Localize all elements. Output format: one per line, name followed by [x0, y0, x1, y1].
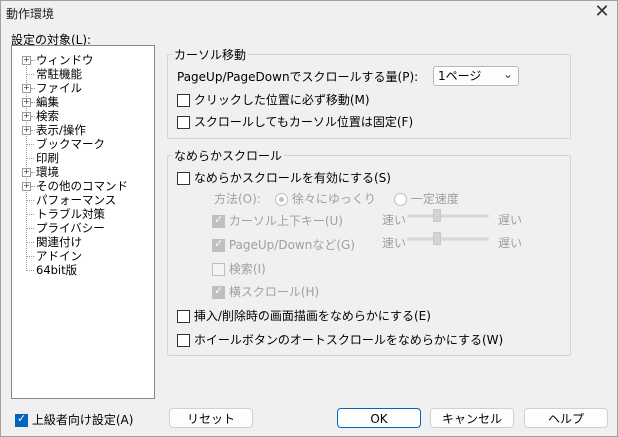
expand-icon[interactable]: +: [22, 112, 31, 121]
tree-connector: [26, 242, 34, 243]
smooth-scroll-title: なめらかスクロール: [172, 147, 285, 164]
expand-icon[interactable]: +: [22, 56, 31, 65]
tree-connector: [26, 214, 34, 215]
tree-item-label: アドイン: [36, 249, 82, 263]
checkbox-box[interactable]: [212, 237, 225, 252]
radio-circle[interactable]: [275, 193, 288, 206]
wheel-checkbox[interactable]: ホイールボタンのオートスクロールをなめらかにする(W): [177, 331, 503, 348]
scroll-fixed-label: スクロールしてもカーソル位置は固定(F): [193, 115, 414, 129]
ok-button[interactable]: OK: [337, 408, 421, 428]
tree-connector: [31, 60, 35, 61]
tree-item-label: 編集: [36, 95, 59, 109]
tree-item-label: 環境: [36, 165, 59, 179]
checkbox-box[interactable]: [177, 116, 190, 129]
tree-connector: [26, 158, 34, 159]
tree-connector: [26, 200, 34, 201]
expand-icon[interactable]: +: [22, 126, 31, 135]
cursor-keys-label: カーソル上下キー(U): [228, 214, 343, 228]
tree-item-label: 関連付け: [36, 235, 82, 249]
radio-circle[interactable]: [394, 193, 407, 206]
checkbox-box[interactable]: [212, 263, 225, 276]
reset-button[interactable]: リセット: [169, 408, 253, 428]
window-title: 動作環境: [6, 7, 55, 21]
tree-item-label: ファイル: [36, 81, 82, 95]
settings-tree[interactable]: + ウィンドウ 常駐機能 + ファイル + 編集 + 検索 + 表示/操作 ブックマーク 印刷 + 環境 + そ…: [11, 45, 155, 399]
page-scroll-value: 1ページ: [438, 69, 482, 83]
speed-fast-label: 速い: [382, 236, 407, 250]
scroll-fixed-checkbox[interactable]: スクロールしてもカーソル位置は固定(F): [177, 113, 413, 130]
hscroll-label: 横スクロール(H): [228, 285, 320, 299]
tree-item-label: 常駐機能: [36, 67, 82, 81]
tree-connector: [26, 74, 34, 75]
tree-connector: [26, 228, 34, 229]
tree-item-label: その他のコマンド: [36, 179, 128, 193]
hscroll-checkbox[interactable]: 横スクロール(H): [212, 283, 319, 300]
slider-track: [407, 237, 489, 241]
expand-icon[interactable]: +: [22, 84, 31, 93]
insert-delete-label: 挿入/削除時の画面描画をなめらかにする(E): [193, 309, 431, 323]
slider-thumb[interactable]: [433, 232, 441, 245]
pageupdown-checkbox[interactable]: PageUp/Downなど(G): [212, 236, 355, 253]
tree-connector: [26, 270, 34, 271]
tree-item-label: 表示/操作: [36, 123, 86, 137]
checkbox-box[interactable]: [212, 284, 225, 299]
smooth-enable-checkbox[interactable]: なめらかスクロールを有効にする(S): [177, 169, 391, 186]
close-icon[interactable]: ✕: [592, 2, 612, 22]
click-move-label: クリックした位置に必ず移動(M): [193, 93, 370, 107]
method-constant-label: 一定速度: [410, 192, 459, 206]
cancel-button[interactable]: キャンセル: [430, 408, 514, 428]
tree-item-label: パフォーマンス: [36, 193, 117, 207]
checkbox-box[interactable]: [177, 334, 190, 347]
speed-slow-label: 遅い: [498, 236, 523, 250]
click-move-checkbox[interactable]: クリックした位置に必ず移動(M): [177, 91, 370, 108]
page-scroll-label: PageUp/PageDownでスクロールする量(P):: [177, 70, 419, 84]
tree-connector: [26, 256, 34, 257]
checkbox-box[interactable]: [212, 213, 225, 228]
search-checkbox[interactable]: 検索(I): [212, 260, 266, 277]
tree-item-label: 64bit版: [36, 263, 78, 277]
tree-item-label: プライバシー: [36, 221, 105, 235]
tree-connector: [31, 102, 35, 103]
tree-connector: [31, 186, 35, 187]
tree-connector: [31, 172, 35, 173]
insert-delete-checkbox[interactable]: 挿入/削除時の画面描画をなめらかにする(E): [177, 307, 431, 324]
wheel-label: ホイールボタンのオートスクロールをなめらかにする(W): [193, 333, 504, 347]
tree-connector: [31, 116, 35, 117]
advanced-checkbox[interactable]: 上級者向け設定(A): [15, 411, 133, 428]
tree-item-label: 検索: [36, 109, 59, 123]
page-scroll-select[interactable]: 1ページ ⌄: [433, 66, 519, 86]
cursor-keys-checkbox[interactable]: カーソル上下キー(U): [212, 212, 343, 229]
speed-slow-label: 遅い: [498, 213, 523, 227]
method-gradual-radio[interactable]: 徐々にゆっくり: [275, 190, 376, 207]
expand-icon[interactable]: +: [22, 98, 31, 107]
checkbox-box[interactable]: [177, 172, 190, 185]
cursor-keys-speed-slider[interactable]: [407, 209, 491, 225]
speed-fast-label: 速い: [382, 213, 407, 227]
pageupdown-speed-slider[interactable]: [407, 232, 491, 248]
tree-connector: [26, 144, 34, 145]
help-button[interactable]: ヘルプ: [524, 408, 608, 428]
chevron-down-icon: ⌄: [502, 67, 513, 81]
slider-track: [407, 214, 489, 218]
pageupdown-label: PageUp/Downなど(G): [228, 238, 355, 252]
method-constant-radio[interactable]: 一定速度: [394, 190, 459, 207]
method-label: 方法(O):: [214, 192, 261, 206]
slider-thumb[interactable]: [433, 209, 441, 222]
expand-icon[interactable]: +: [22, 168, 31, 177]
method-gradual-label: 徐々にゆっくり: [291, 192, 376, 206]
tree-connector: [31, 130, 35, 131]
tree-item-label: ブックマーク: [36, 137, 105, 151]
checkbox-box[interactable]: [177, 310, 190, 323]
smooth-enable-label: なめらかスクロールを有効にする(S): [193, 171, 391, 185]
checkbox-box[interactable]: [15, 412, 28, 427]
tree-item-label: ウィンドウ: [36, 53, 94, 67]
cursor-move-title: カーソル移動: [172, 46, 249, 63]
tree-item-label: トラブル対策: [36, 207, 105, 221]
expand-icon[interactable]: +: [22, 182, 31, 191]
checkbox-box[interactable]: [177, 94, 190, 107]
tree-item-label: 印刷: [36, 151, 59, 165]
advanced-label: 上級者向け設定(A): [31, 413, 134, 427]
search-label: 検索(I): [228, 262, 266, 276]
tree-connector: [31, 88, 35, 89]
